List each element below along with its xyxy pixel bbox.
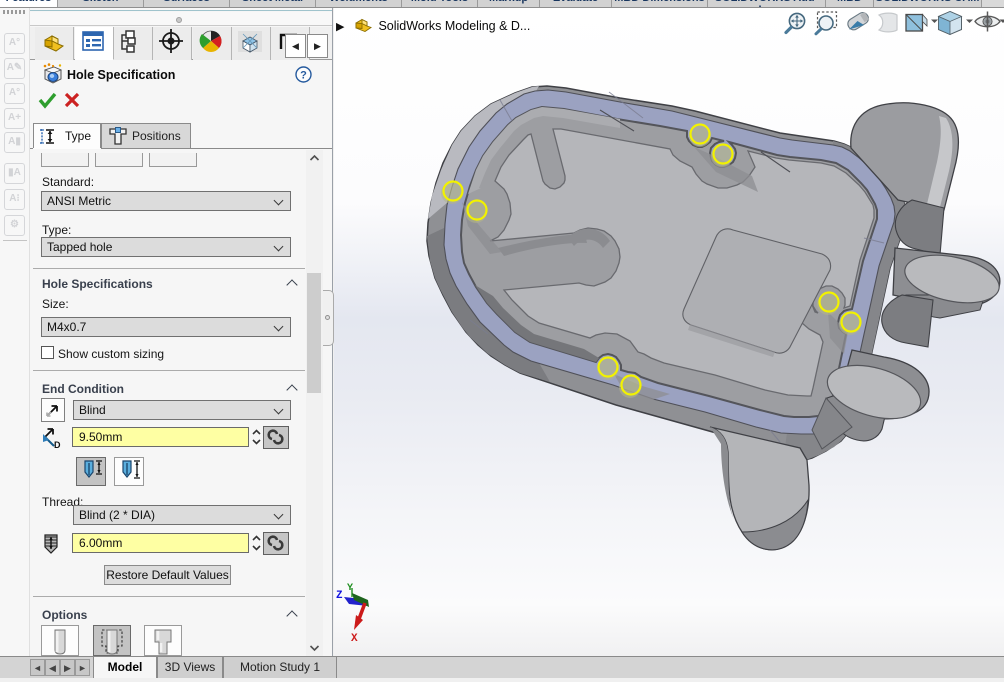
svg-text:D: D — [54, 440, 61, 450]
svg-text:?: ? — [300, 70, 307, 82]
svg-text:X: X — [351, 633, 358, 645]
svg-text:Z: Z — [336, 590, 343, 602]
